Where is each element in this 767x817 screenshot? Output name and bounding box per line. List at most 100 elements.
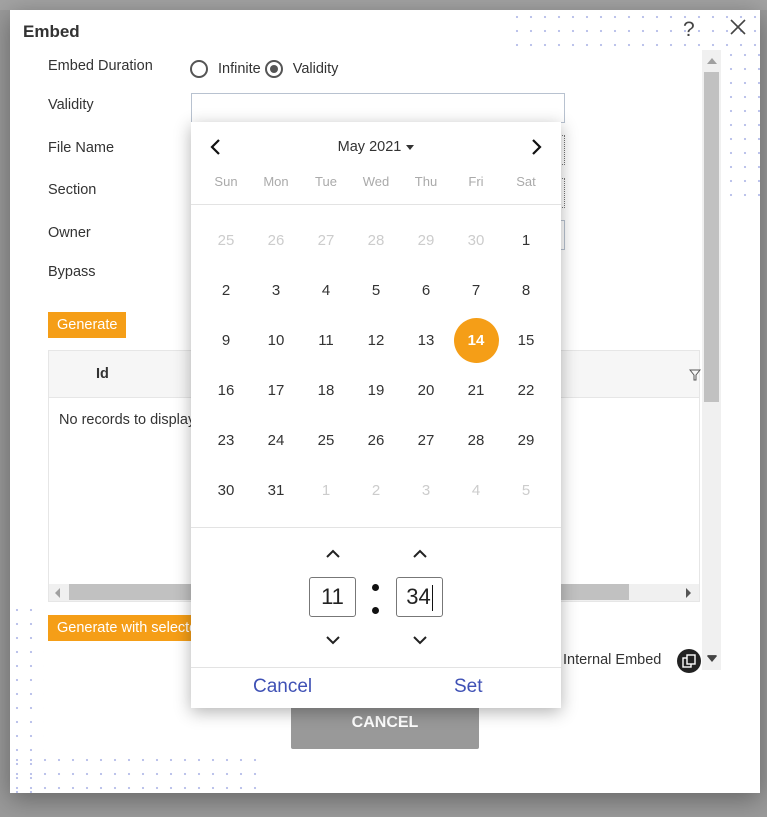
calendar-day[interactable]: 5 — [351, 265, 401, 315]
day-number: 2 — [221, 281, 231, 299]
question-icon[interactable]: ? — [683, 18, 695, 42]
month-year-label: May 2021 — [337, 139, 402, 155]
filter-icon[interactable] — [689, 369, 701, 381]
calendar-day[interactable]: 1 — [501, 215, 551, 265]
day-number: 26 — [367, 431, 385, 449]
chevron-right-icon[interactable] — [525, 136, 547, 158]
column-header-id[interactable]: Id — [96, 366, 109, 382]
calendar-week: 30 31 1 2 3 4 5 — [201, 465, 551, 515]
calendar-header: May 2021 — [191, 122, 561, 172]
weekday-label: Fri — [468, 174, 484, 189]
day-number: 10 — [267, 331, 285, 349]
hour-decrement-icon[interactable] — [323, 633, 343, 647]
calendar-day[interactable]: 19 — [351, 365, 401, 415]
calendar-day[interactable]: 13 — [401, 315, 451, 365]
calendar-day[interactable]: 2 — [201, 265, 251, 315]
vertical-scrollbar[interactable] — [702, 50, 721, 670]
calendar-week: 9 10 11 12 13 14 15 — [201, 315, 551, 365]
calendar-day-selected[interactable]: 14 — [451, 315, 501, 365]
weekday-label: Sat — [516, 174, 536, 189]
time-separator — [372, 607, 379, 614]
hour-input[interactable]: 11 — [309, 577, 356, 617]
calendar-day[interactable]: 29 — [501, 415, 551, 465]
day-number: 28 — [467, 431, 485, 449]
picker-set-button[interactable]: Set — [454, 676, 483, 698]
day-number: 11 — [318, 331, 334, 349]
day-number: 15 — [517, 331, 535, 349]
calendar-day[interactable]: 24 — [251, 415, 301, 465]
validity-input[interactable] — [191, 93, 565, 123]
calendar-day[interactable]: 4 — [301, 265, 351, 315]
day-number: 16 — [217, 381, 235, 399]
calendar-day-other-month[interactable]: 3 — [401, 465, 451, 515]
calendar-day-other-month[interactable]: 26 — [251, 215, 301, 265]
calendar-day-other-month[interactable]: 29 — [401, 215, 451, 265]
scroll-up-arrow-icon[interactable] — [707, 58, 717, 64]
calendar-day-other-month[interactable]: 4 — [451, 465, 501, 515]
day-number: 4 — [471, 481, 481, 499]
calendar-day[interactable]: 18 — [301, 365, 351, 415]
hour-increment-icon[interactable] — [323, 547, 343, 561]
calendar-week: 23 24 25 26 27 28 29 — [201, 415, 551, 465]
calendar-day-other-month[interactable]: 1 — [301, 465, 351, 515]
generate-button[interactable]: Generate — [48, 312, 127, 338]
internal-embed-label: Internal Embed — [563, 652, 662, 668]
calendar-day[interactable]: 27 — [401, 415, 451, 465]
calendar-day[interactable]: 21 — [451, 365, 501, 415]
day-number: 21 — [467, 381, 485, 399]
minute-increment-icon[interactable] — [410, 547, 430, 561]
minute-input[interactable]: 34 — [396, 577, 443, 617]
weekday-label: Mon — [263, 174, 289, 189]
time-selector: 11 34 — [191, 527, 561, 667]
datetime-picker: May 2021 Sun Mon Tue Wed Thu Fri Sat 25 26 27 28 2… — [191, 122, 561, 708]
dialog-title: Embed — [23, 22, 80, 41]
calendar-day[interactable]: 26 — [351, 415, 401, 465]
calendar-day[interactable]: 25 — [301, 415, 351, 465]
calendar-day[interactable]: 22 — [501, 365, 551, 415]
decorative-dots — [10, 753, 258, 793]
calendar-day-other-month[interactable]: 25 — [201, 215, 251, 265]
picker-cancel-button[interactable]: Cancel — [253, 676, 312, 698]
calendar-day[interactable]: 12 — [351, 315, 401, 365]
calendar-day-other-month[interactable]: 5 — [501, 465, 551, 515]
calendar-day[interactable]: 10 — [251, 315, 301, 365]
day-number: 14 — [453, 317, 499, 363]
day-number: 4 — [321, 281, 331, 299]
day-number: 28 — [367, 231, 385, 249]
calendar-day[interactable]: 6 — [401, 265, 451, 315]
calendar-day[interactable]: 7 — [451, 265, 501, 315]
day-number: 20 — [417, 381, 435, 399]
calendar-day-other-month[interactable]: 30 — [451, 215, 501, 265]
calendar-day[interactable]: 31 — [251, 465, 301, 515]
calendar-day[interactable]: 3 — [251, 265, 301, 315]
scroll-left-arrow-icon[interactable] — [55, 588, 60, 598]
close-icon[interactable] — [727, 16, 749, 38]
calendar-day-other-month[interactable]: 28 — [351, 215, 401, 265]
generate-with-selected-button[interactable]: Generate with selected — [48, 615, 215, 641]
calendar-day-other-month[interactable]: 27 — [301, 215, 351, 265]
calendar-day[interactable]: 17 — [251, 365, 301, 415]
scroll-right-arrow-icon[interactable] — [686, 588, 691, 598]
calendar-day[interactable]: 9 — [201, 315, 251, 365]
minute-decrement-icon[interactable] — [410, 633, 430, 647]
calendar-day[interactable]: 23 — [201, 415, 251, 465]
day-number: 9 — [221, 331, 231, 349]
calendar-day[interactable]: 15 — [501, 315, 551, 365]
calendar-day[interactable]: 28 — [451, 415, 501, 465]
day-number: 30 — [217, 481, 235, 499]
calendar-day[interactable]: 30 — [201, 465, 251, 515]
calendar-day[interactable]: 8 — [501, 265, 551, 315]
radio-infinite[interactable] — [190, 60, 208, 78]
day-number: 8 — [521, 281, 531, 299]
calendar-day[interactable]: 20 — [401, 365, 451, 415]
day-number: 19 — [367, 381, 385, 399]
calendar-day[interactable]: 11 — [301, 315, 351, 365]
chevron-down-icon[interactable] — [707, 656, 717, 662]
radio-validity[interactable] — [264, 60, 283, 78]
scrollbar-thumb[interactable] — [704, 72, 719, 402]
calendar-day[interactable]: 16 — [201, 365, 251, 415]
copy-icon[interactable] — [677, 649, 701, 673]
month-year-selector[interactable]: May 2021 — [191, 139, 561, 155]
day-number: 3 — [271, 281, 281, 299]
calendar-day-other-month[interactable]: 2 — [351, 465, 401, 515]
